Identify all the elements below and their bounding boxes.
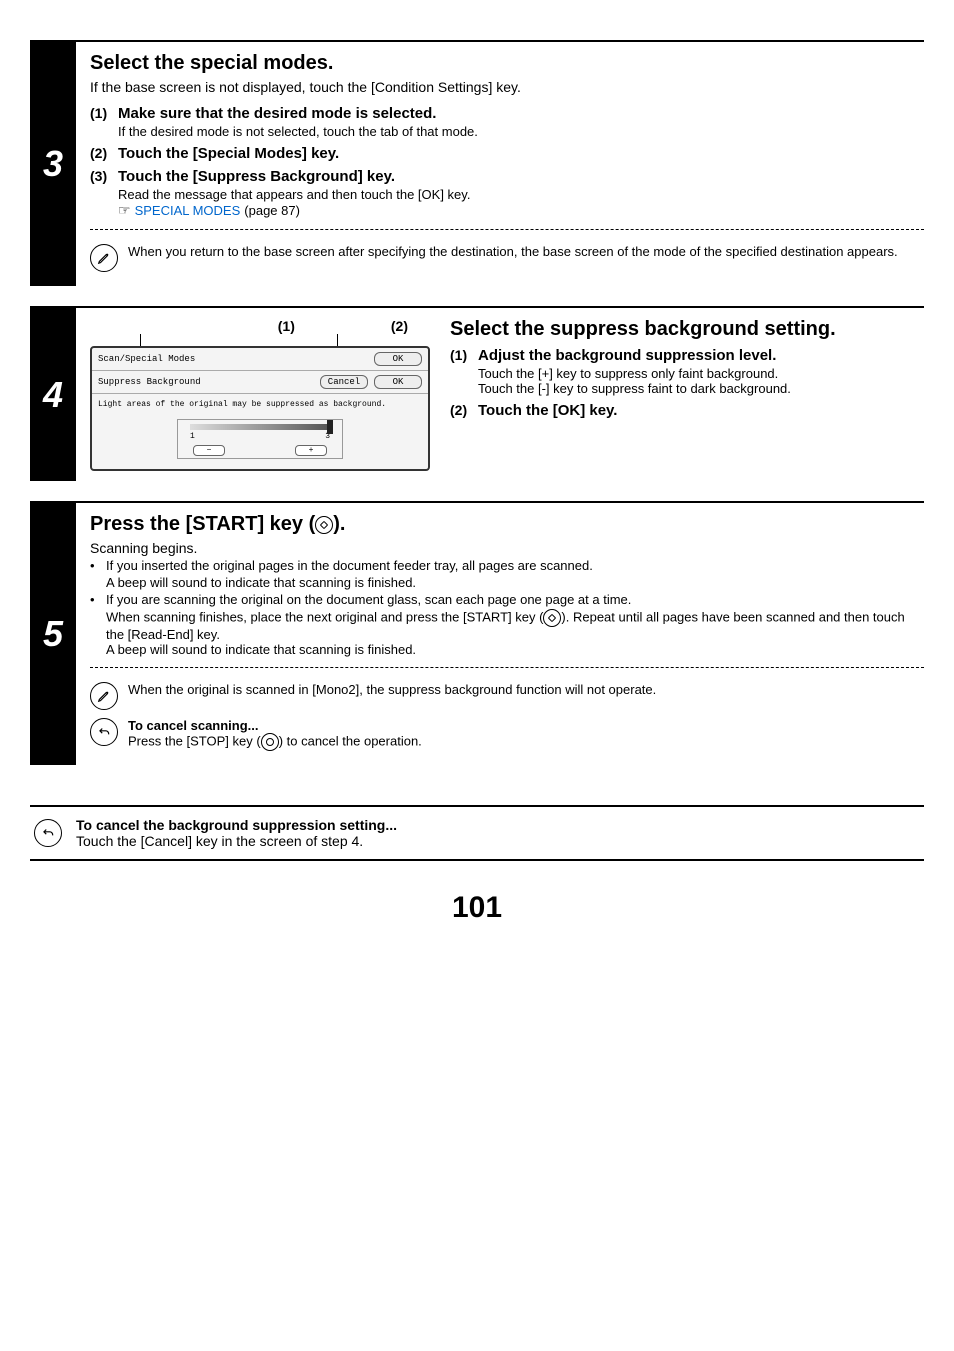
panel-title-1: Scan/Special Modes — [98, 354, 368, 364]
step-3-content: Select the special modes. If the base sc… — [76, 42, 924, 286]
step-3-heading: Select the special modes. — [90, 52, 924, 75]
callout-line-1 — [140, 334, 141, 346]
panel-column: (1) (2) Scan/Special Modes OK Suppress B… — [90, 318, 430, 471]
plus-button[interactable]: + — [295, 445, 327, 456]
bullet-1a: If you inserted the original pages in th… — [106, 558, 593, 573]
bullet-2a: If you are scanning the original on the … — [106, 592, 631, 607]
step3-item3-body: Read the message that appears and then t… — [118, 187, 924, 202]
marker-1: (1) — [278, 318, 295, 334]
panel-row-1: Scan/Special Modes OK — [92, 348, 428, 371]
bullet-2b-pre: When scanning finishes, place the next o… — [106, 609, 543, 624]
plus-minus-row: − + — [193, 445, 327, 456]
note-icon — [90, 682, 118, 710]
return-icon — [34, 819, 62, 847]
step-5-content: Press the [START] key (). Scanning begin… — [76, 503, 924, 765]
step3-note: When you return to the base screen after… — [90, 240, 924, 276]
slider-track[interactable] — [190, 424, 330, 430]
step3-item3: (3) Touch the [Suppress Background] key. — [90, 168, 924, 185]
touchscreen-panel: Scan/Special Modes OK Suppress Backgroun… — [90, 346, 430, 471]
step3-item2: (2) Touch the [Special Modes] key. — [90, 145, 924, 162]
footer-text: To cancel the background suppression set… — [76, 817, 397, 849]
step4-right: Select the suppress background setting. … — [450, 318, 924, 471]
panel-ok-1[interactable]: OK — [374, 352, 422, 366]
start-key-icon — [315, 516, 333, 534]
step5-note: When the original is scanned in [Mono2],… — [90, 678, 924, 714]
step5-heading-pre: Press the [START] key ( — [90, 513, 315, 535]
step-5: 5 Press the [START] key (). Scanning beg… — [30, 501, 924, 765]
footer-body: Touch the [Cancel] key in the screen of … — [76, 833, 397, 849]
cancel-title: To cancel scanning... — [128, 718, 924, 733]
slider-thumb[interactable] — [327, 420, 333, 434]
step3-item1: (1) Make sure that the desired mode is s… — [90, 105, 924, 122]
pointer-icon — [118, 202, 131, 219]
step3-item1-title: Make sure that the desired mode is selec… — [118, 105, 436, 122]
step-3-intro: If the base screen is not displayed, tou… — [90, 79, 924, 95]
note-icon — [90, 244, 118, 272]
step5-intro: Scanning begins. — [90, 540, 924, 556]
step4-item2-num: (2) — [450, 402, 478, 419]
panel-body: Light areas of the original may be suppr… — [92, 394, 428, 469]
step4-item1-body1: Touch the [+] key to suppress only faint… — [478, 366, 924, 381]
panel-row-2: Suppress Background Cancel OK — [92, 371, 428, 394]
bullet-2: • If you are scanning the original on th… — [90, 592, 924, 607]
scale-lo: 1 — [190, 432, 195, 441]
step3-item2-num: (2) — [90, 145, 118, 162]
step3-item2-title: Touch the [Special Modes] key. — [118, 145, 339, 162]
step3-note-text: When you return to the base screen after… — [128, 244, 924, 259]
bullet-1b: A beep will sound to indicate that scann… — [106, 575, 924, 590]
step4-item1-num: (1) — [450, 347, 478, 364]
step4-item2-title: Touch the [OK] key. — [478, 402, 617, 419]
separator — [90, 667, 924, 668]
slider-box: 1 3 − + — [177, 419, 343, 459]
stop-key-icon — [261, 733, 279, 751]
separator — [90, 229, 924, 230]
step3-item1-body: If the desired mode is not selected, tou… — [118, 124, 924, 139]
step-5-heading: Press the [START] key (). — [90, 513, 924, 536]
step-number-5: 5 — [30, 503, 76, 765]
bullet-2c: A beep will sound to indicate that scann… — [106, 642, 924, 657]
bullet-2b: When scanning finishes, place the next o… — [106, 609, 924, 642]
step4-item1: (1) Adjust the background suppression le… — [450, 347, 924, 364]
xref-link[interactable]: SPECIAL MODES — [135, 203, 241, 218]
step-4: 4 (1) (2) Scan/Special Modes OK Suppress… — [30, 306, 924, 481]
return-icon — [90, 718, 118, 746]
step-number-3: 3 — [30, 42, 76, 286]
step4-item2: (2) Touch the [OK] key. — [450, 402, 924, 419]
step-4-heading: Select the suppress background setting. — [450, 318, 924, 341]
step5-note-text: When the original is scanned in [Mono2],… — [128, 682, 924, 697]
cancel-body-pre: Press the [STOP] key ( — [128, 733, 261, 748]
step3-item3-num: (3) — [90, 168, 118, 185]
step4-item1-body2: Touch the [-] key to suppress faint to d… — [478, 381, 924, 396]
panel-markers: (1) (2) — [90, 318, 430, 334]
bullet-dot: • — [90, 558, 100, 573]
bullet-dot: • — [90, 592, 100, 607]
bullet-1: • If you inserted the original pages in … — [90, 558, 924, 573]
panel-title-2: Suppress Background — [98, 377, 314, 387]
slider-scale: 1 3 — [190, 432, 330, 441]
step3-xref: SPECIAL MODES (page 87) — [118, 202, 924, 219]
step5-cancel: To cancel scanning... Press the [STOP] k… — [90, 714, 924, 755]
start-key-icon — [543, 609, 561, 627]
footer-note: To cancel the background suppression set… — [30, 805, 924, 861]
panel-ok-2[interactable]: OK — [374, 375, 422, 389]
step-number-4: 4 — [30, 308, 76, 481]
xref-page: (page 87) — [244, 203, 300, 218]
marker-2: (2) — [391, 318, 408, 334]
cancel-text: To cancel scanning... Press the [STOP] k… — [128, 718, 924, 751]
step-4-content: (1) (2) Scan/Special Modes OK Suppress B… — [76, 308, 924, 481]
panel-cancel[interactable]: Cancel — [320, 375, 368, 389]
page-number: 101 — [30, 891, 924, 925]
cancel-body: Press the [STOP] key ( ) to cancel the op… — [128, 733, 924, 751]
step-3: 3 Select the special modes. If the base … — [30, 40, 924, 286]
step5-heading-post: ). — [333, 513, 345, 535]
panel-message: Light areas of the original may be suppr… — [98, 400, 422, 409]
callout-line-2 — [337, 334, 338, 346]
cancel-body-post: ) to cancel the operation. — [279, 733, 422, 748]
step4-item1-title: Adjust the background suppression level. — [478, 347, 776, 364]
minus-button[interactable]: − — [193, 445, 225, 456]
step3-item1-num: (1) — [90, 105, 118, 122]
step3-item3-title: Touch the [Suppress Background] key. — [118, 168, 395, 185]
footer-title: To cancel the background suppression set… — [76, 817, 397, 833]
